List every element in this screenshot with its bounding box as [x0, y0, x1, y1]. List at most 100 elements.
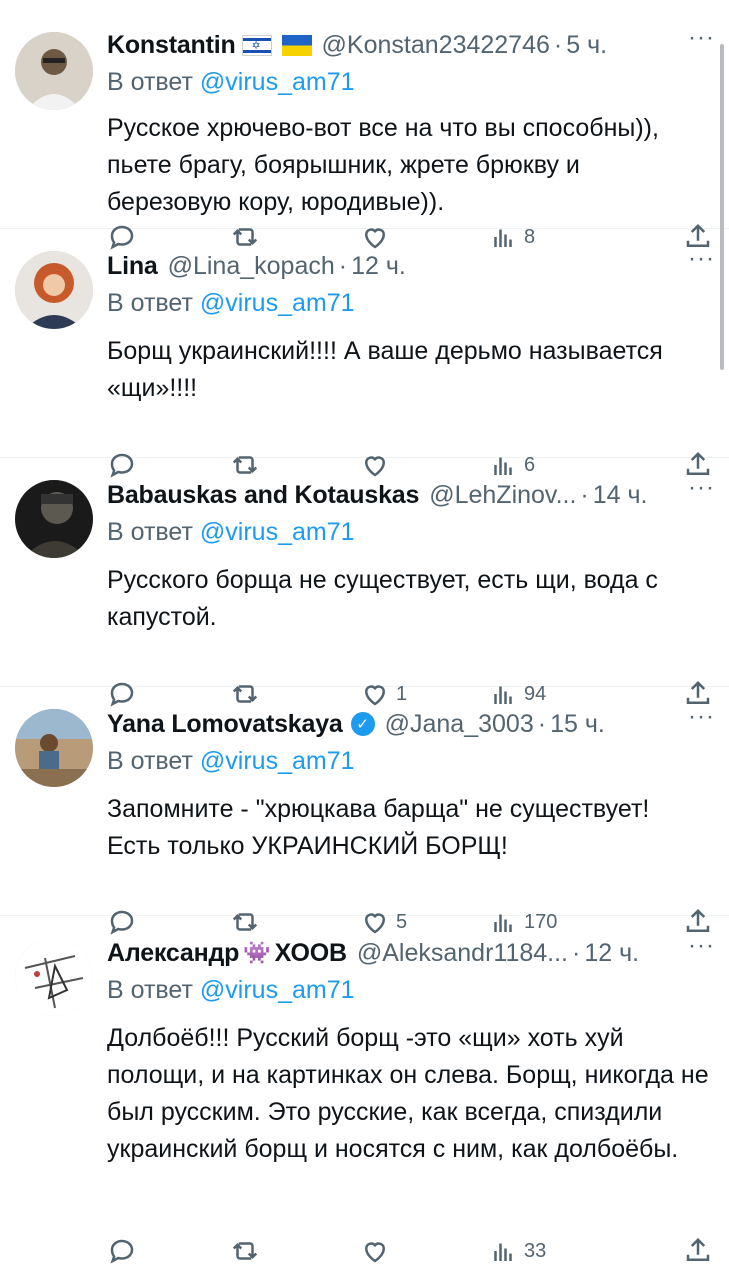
views-button[interactable]: 33	[488, 1236, 546, 1266]
display-name-first[interactable]: Александр	[107, 939, 239, 968]
views-button[interactable]: 170	[488, 907, 557, 937]
share-icon	[683, 450, 713, 480]
display-name[interactable]: Babauskas and Kotauskas	[107, 481, 419, 510]
avatar[interactable]	[15, 32, 93, 110]
like-button[interactable]	[360, 1236, 396, 1266]
like-button[interactable]: 5	[360, 907, 407, 937]
retweet-icon	[230, 1236, 260, 1266]
mention-link[interactable]: @virus_am71	[200, 747, 355, 775]
reply-button[interactable]	[107, 679, 137, 709]
like-icon	[360, 679, 390, 709]
avatar[interactable]	[15, 938, 93, 1016]
tweet-item[interactable]: ··· Yana Lomovatskaya ✓ @Jana_3003 · 15 …	[0, 687, 729, 916]
display-name[interactable]: Yana Lomovatskaya	[107, 710, 343, 739]
reply-icon	[107, 222, 137, 252]
like-button[interactable]: 1	[360, 679, 407, 709]
views-button[interactable]: 8	[488, 222, 535, 252]
retweet-button[interactable]	[230, 450, 260, 480]
views-button[interactable]: 94	[488, 679, 546, 709]
like-icon	[360, 450, 390, 480]
retweet-icon	[230, 222, 260, 252]
reply-context: В ответ @virus_am71	[107, 747, 709, 783]
mention-link[interactable]: @virus_am71	[200, 68, 355, 96]
timestamp[interactable]: 14 ч.	[593, 481, 648, 510]
share-button[interactable]	[683, 222, 713, 252]
like-count: 5	[396, 910, 408, 933]
israel-flag-icon: ✡	[241, 34, 272, 56]
tweet-item[interactable]: ··· Александр 👾 ХООВ @Aleksandr1184... ·…	[0, 916, 729, 1246]
scrollbar[interactable]	[720, 44, 724, 370]
retweet-button[interactable]	[230, 1236, 260, 1266]
reply-prefix: В ответ	[107, 68, 193, 96]
views-icon	[488, 679, 518, 709]
share-button[interactable]	[683, 679, 713, 709]
views-icon	[488, 450, 518, 480]
tweet-text: Борщ украинский!!!! А ваше дерьмо называ…	[107, 337, 670, 402]
mention-link[interactable]: @virus_am71	[200, 518, 355, 546]
views-count: 170	[524, 910, 558, 933]
reply-context: В ответ @virus_am71	[107, 289, 709, 325]
tweet-item[interactable]: ··· Babauskas and Kotauskas @LehZinov...…	[0, 458, 729, 687]
timestamp[interactable]: 5 ч.	[566, 31, 607, 60]
timestamp[interactable]: 12 ч.	[584, 939, 639, 968]
avatar[interactable]	[15, 480, 93, 558]
reply-icon	[107, 679, 137, 709]
like-button[interactable]	[360, 222, 396, 252]
share-button[interactable]	[683, 1236, 713, 1266]
user-handle[interactable]: @Konstan23422746	[322, 31, 550, 60]
tweet-text: Запомните - "хрюцкава барща" не существу…	[107, 795, 657, 860]
like-count: 1	[396, 682, 408, 705]
display-name-second[interactable]: ХООВ	[275, 939, 347, 968]
reply-button[interactable]	[107, 450, 137, 480]
views-count: 94	[524, 682, 547, 705]
share-icon	[683, 1236, 713, 1266]
tweet-action-bar: 6	[0, 450, 729, 484]
reply-button[interactable]	[107, 222, 137, 252]
share-icon	[683, 679, 713, 709]
reply-feed: · · · Konstantin ✡ @Konstan23422746 · 5 ч.…	[0, 0, 729, 1246]
reply-prefix: В ответ	[107, 289, 193, 317]
reply-context: В ответ @virus_am71	[107, 518, 709, 554]
tweet-text: Русское хрючево-вот все на что вы способ…	[107, 114, 666, 216]
tweet-action-bar: 1 94	[0, 679, 729, 713]
tweet-text: Русского борща не существует, есть щи, в…	[107, 566, 665, 631]
retweet-button[interactable]	[230, 222, 260, 252]
user-handle[interactable]: @Aleksandr1184...	[357, 939, 568, 968]
tweet-item[interactable]: ··· Lina @Lina_kopach · 12 ч. В ответ @v…	[0, 229, 729, 458]
like-button[interactable]	[360, 450, 396, 480]
like-icon	[360, 222, 390, 252]
reply-prefix: В ответ	[107, 976, 193, 1004]
alien-monster-icon: 👾	[243, 940, 271, 965]
separator-dot: ·	[537, 709, 547, 738]
user-handle[interactable]: @LehZinov...	[429, 481, 576, 510]
mention-link[interactable]: @virus_am71	[200, 976, 355, 1004]
reply-button[interactable]	[107, 907, 137, 937]
tweet-item[interactable]: ··· Konstantin ✡ @Konstan23422746 · 5 ч.…	[0, 0, 729, 229]
timestamp[interactable]: 15 ч.	[550, 710, 605, 739]
reply-button[interactable]	[107, 1236, 137, 1266]
retweet-icon	[230, 907, 260, 937]
share-icon	[683, 222, 713, 252]
retweet-button[interactable]	[230, 679, 260, 709]
share-button[interactable]	[683, 907, 713, 937]
tweet-text: Долбоёб!!! Русский борщ -это «щи» хоть х…	[107, 1024, 716, 1163]
views-button[interactable]: 6	[488, 450, 535, 480]
tweet-action-bar: 5 170	[0, 907, 729, 941]
reply-prefix: В ответ	[107, 518, 193, 546]
display-name[interactable]: Konstantin	[107, 31, 236, 60]
reply-icon	[107, 1236, 137, 1266]
avatar[interactable]	[15, 251, 93, 329]
separator-dot: ·	[553, 30, 563, 59]
views-icon	[488, 1236, 518, 1266]
avatar[interactable]	[15, 709, 93, 787]
mention-link[interactable]: @virus_am71	[200, 289, 355, 317]
separator-dot: ·	[572, 938, 581, 967]
ukraine-flag-icon	[281, 34, 312, 56]
views-count: 8	[524, 225, 536, 248]
reply-prefix: В ответ	[107, 747, 193, 775]
share-button[interactable]	[683, 450, 713, 480]
user-handle[interactable]: @Jana_3003	[385, 710, 534, 739]
tweet-header: Konstantin ✡ @Konstan23422746 · 5 ч.	[107, 26, 709, 64]
views-icon	[488, 907, 518, 937]
retweet-button[interactable]	[230, 907, 260, 937]
